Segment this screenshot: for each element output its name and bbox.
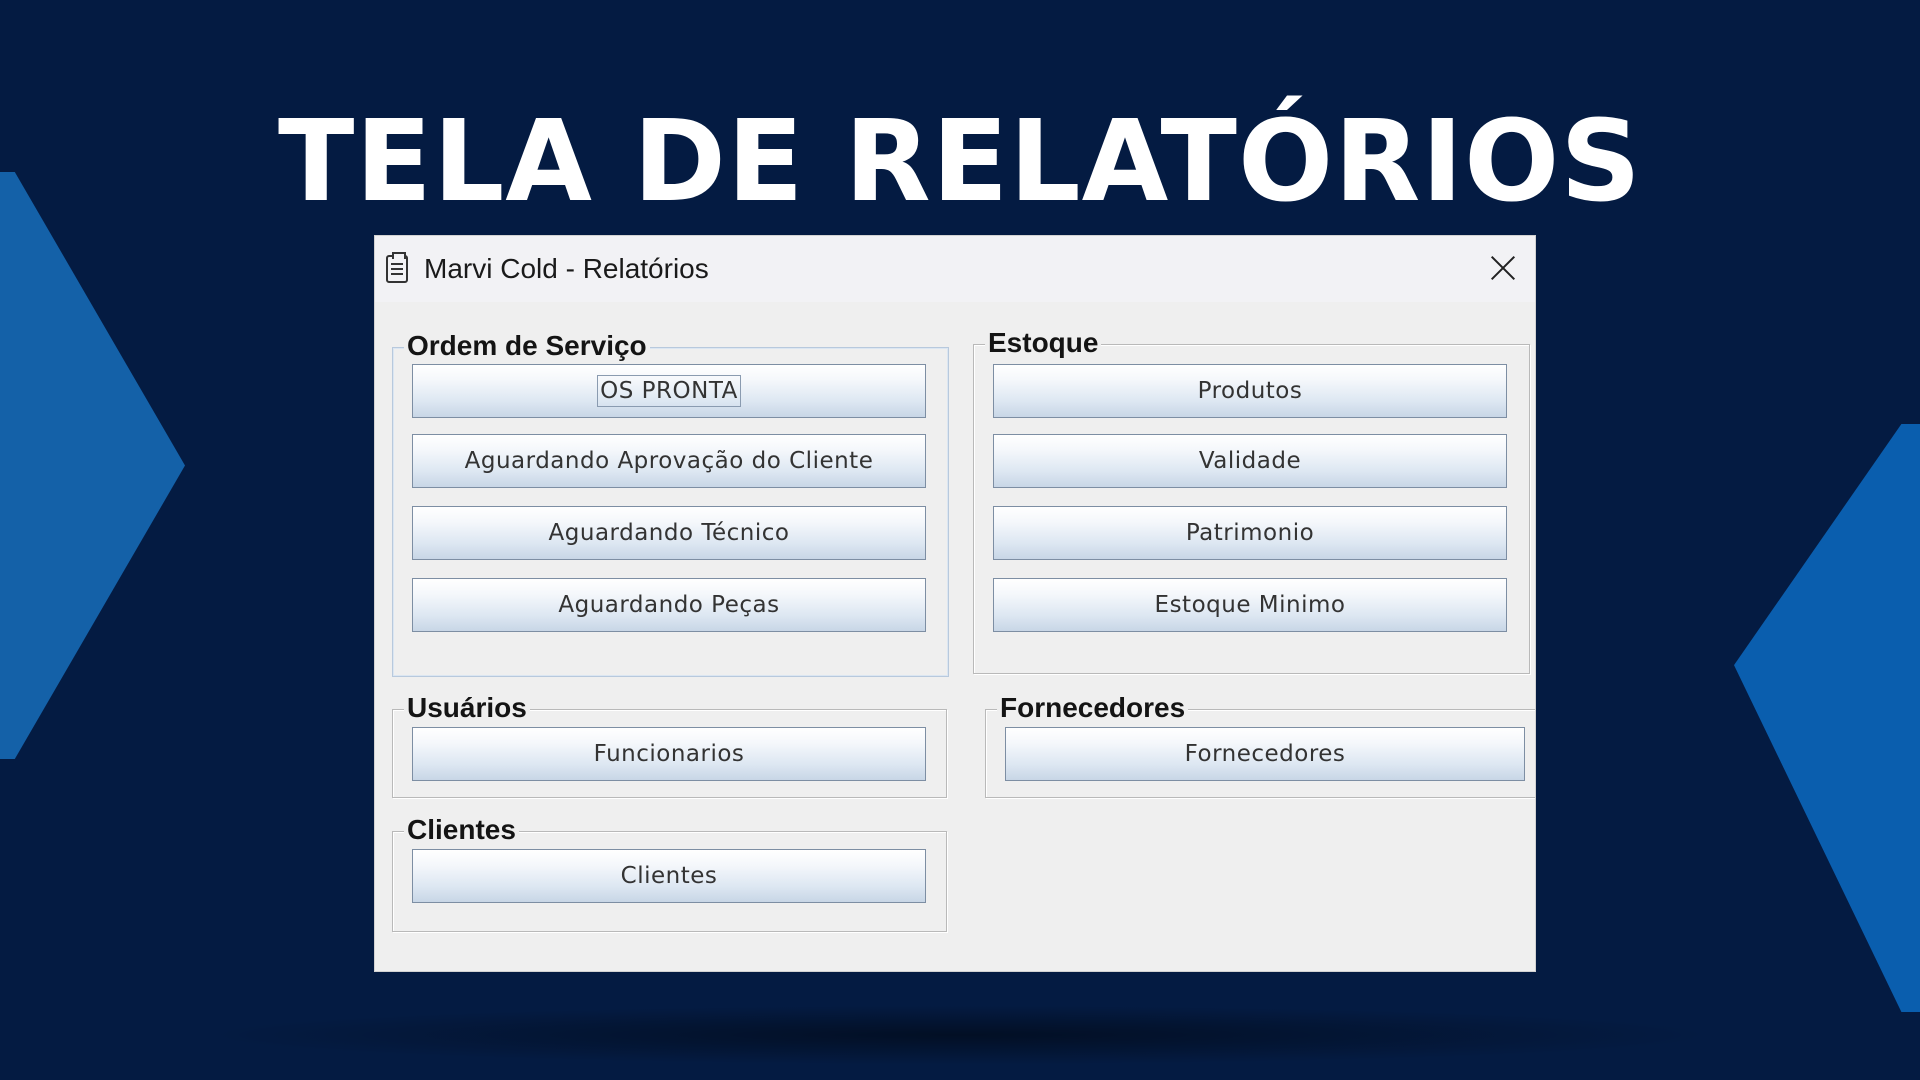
group-title-ordem-de-servico: Ordem de Serviço bbox=[404, 330, 650, 362]
aguardando-aprovacao-cliente-button[interactable]: Aguardando Aprovação do Cliente bbox=[412, 434, 926, 488]
group-title-fornecedores: Fornecedores bbox=[997, 692, 1189, 724]
group-title-usuarios: Usuários bbox=[404, 692, 530, 724]
window-titlebar: Marvi Cold - Relatórios bbox=[375, 236, 1535, 302]
group-usuarios: Usuários Funcionarios bbox=[392, 692, 947, 798]
page-headline: TELA DE RELATÓRIOS bbox=[278, 97, 1642, 227]
group-title-estoque: Estoque bbox=[985, 327, 1102, 359]
close-icon[interactable] bbox=[1485, 250, 1521, 286]
group-estoque: Estoque Produtos Validade Patrimonio Est… bbox=[973, 327, 1530, 674]
produtos-button[interactable]: Produtos bbox=[993, 364, 1507, 418]
group-ordem-de-servico: Ordem de Serviço OS PRONTA Aguardando Ap… bbox=[392, 330, 949, 677]
background-chevron-right bbox=[1734, 424, 1920, 1012]
validade-button[interactable]: Validade bbox=[993, 434, 1507, 488]
patrimonio-button[interactable]: Patrimonio bbox=[993, 506, 1507, 560]
clipboard-icon bbox=[386, 252, 408, 283]
window-title: Marvi Cold - Relatórios bbox=[424, 253, 709, 284]
group-fornecedores: Fornecedores Fornecedores bbox=[985, 692, 1535, 798]
os-pronta-label: OS PRONTA bbox=[597, 375, 741, 407]
window-shadow bbox=[200, 1005, 1720, 1065]
group-title-clientes: Clientes bbox=[404, 814, 519, 846]
estoque-minimo-button[interactable]: Estoque Minimo bbox=[993, 578, 1507, 632]
funcionarios-button[interactable]: Funcionarios bbox=[412, 727, 926, 781]
os-pronta-button[interactable]: OS PRONTA bbox=[412, 364, 926, 418]
aguardando-tecnico-button[interactable]: Aguardando Técnico bbox=[412, 506, 926, 560]
reports-window: Marvi Cold - Relatórios Ordem de Serviço… bbox=[375, 236, 1535, 971]
clientes-button[interactable]: Clientes bbox=[412, 849, 926, 903]
aguardando-pecas-button[interactable]: Aguardando Peças bbox=[412, 578, 926, 632]
group-clientes: Clientes Clientes bbox=[392, 814, 947, 932]
background-chevron-left bbox=[0, 172, 185, 759]
fornecedores-button[interactable]: Fornecedores bbox=[1005, 727, 1525, 781]
